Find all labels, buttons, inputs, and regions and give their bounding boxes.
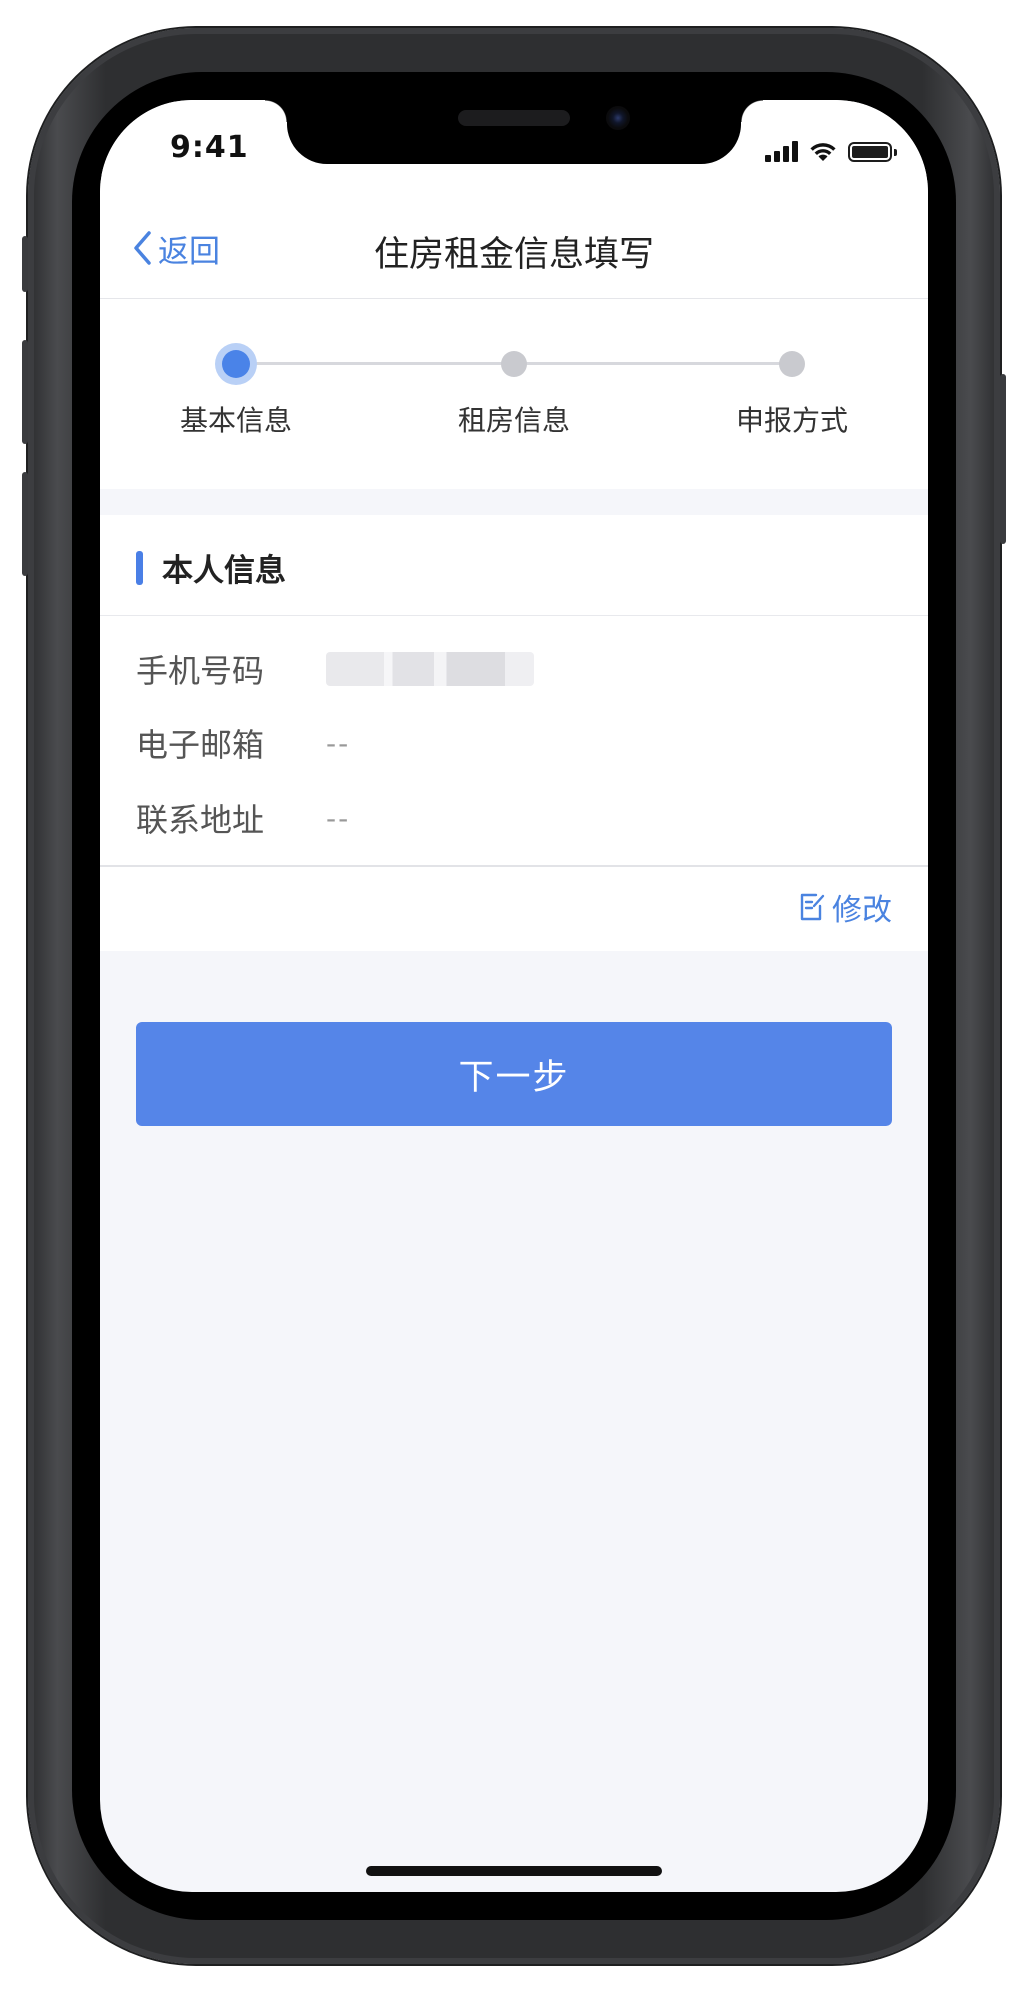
row-label: 电子邮箱 [136, 726, 265, 764]
phone-side-button-volume-up [22, 340, 28, 444]
speaker-grille [458, 110, 570, 126]
step-active-dot [222, 350, 250, 378]
phone-side-button-mute [22, 236, 28, 292]
phone-side-button-volume-down [22, 472, 28, 576]
step-declaration-method: 申报方式 [692, 339, 892, 439]
row-label: 手机号码 [136, 652, 265, 690]
page-title: 住房租金信息填写 [373, 235, 654, 275]
row-value: -- [326, 801, 351, 835]
status-time: 9:41 [170, 130, 249, 165]
row-address: 联系地址 -- [136, 790, 350, 846]
edit-note-icon [800, 893, 825, 921]
section-title: 本人信息 [162, 553, 286, 589]
step-rental-info: 租房信息 [414, 339, 614, 439]
step-basic-info: 基本信息 [136, 339, 336, 439]
step-label: 租房信息 [457, 404, 570, 437]
row-email: 电子邮箱 -- [136, 715, 350, 771]
camera-notch [265, 100, 763, 164]
front-camera [606, 106, 630, 130]
home-indicator [366, 1866, 662, 1876]
section-accent-bar [136, 551, 143, 585]
edit-label: 修改 [832, 893, 892, 928]
next-step-button[interactable]: 下一步 [136, 1022, 892, 1126]
section-header: 本人信息 [100, 515, 928, 616]
step-label: 基本信息 [179, 404, 292, 437]
section-divider [100, 865, 928, 867]
row-phone: 手机号码 [136, 641, 534, 697]
phone-value-redacted [326, 652, 534, 686]
personal-info-card: 本人信息 手机号码 电子邮箱 -- 联系地址 -- 修改 [100, 515, 928, 951]
navigation-bar: 返回 住房租金信息填写 [100, 200, 928, 299]
phone-side-button-power [1000, 374, 1006, 544]
edit-button[interactable]: 修改 [798, 885, 892, 929]
step-dot [779, 351, 805, 377]
step-label: 申报方式 [735, 404, 848, 437]
phone-screen: 9:41 返回 住房租金信息填写 基本信息 租房信息 申报方式 本人信息 手机号… [100, 100, 928, 1892]
status-icons [765, 140, 897, 162]
wifi-icon [810, 143, 836, 161]
step-dot [501, 351, 527, 377]
battery-icon [848, 142, 897, 162]
signal-icon [765, 140, 798, 162]
row-label: 联系地址 [136, 801, 265, 839]
row-value: -- [326, 726, 351, 760]
progress-steps: 基本信息 租房信息 申报方式 [100, 299, 928, 489]
